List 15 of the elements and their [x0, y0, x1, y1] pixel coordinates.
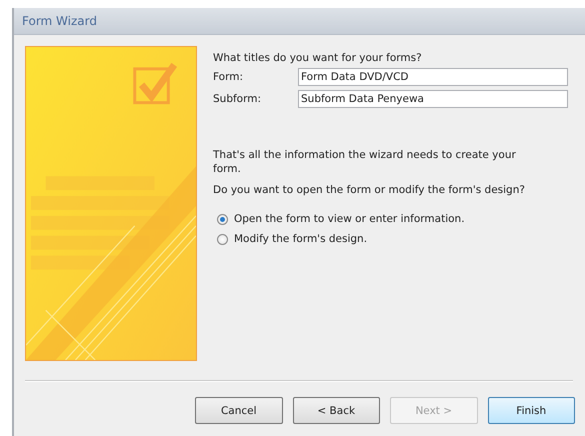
prompt-text: What titles do you want for your forms?	[213, 52, 423, 64]
wizard-button[interactable]: Finish	[488, 397, 575, 424]
field-label: Subform:	[213, 93, 262, 105]
text-field[interactable]: Form Data DVD/VCD	[298, 68, 568, 86]
radio-button[interactable]	[217, 234, 228, 244]
question-text: Do you want to open the form or modify the form's design?	[213, 184, 526, 196]
field-label: Form:	[213, 71, 244, 83]
wizard-button[interactable]: < Back	[292, 397, 380, 424]
option-label[interactable]: Open the form to view or enter information.	[234, 213, 465, 225]
radio-button[interactable]	[217, 214, 228, 224]
wizard-button[interactable]: Cancel	[195, 397, 282, 424]
window-title: Form Wizard	[22, 14, 97, 28]
option-label[interactable]: Modify the form's design.	[234, 233, 368, 245]
text-field[interactable]: Subform Data Penyewa	[298, 90, 568, 108]
info-text: That's all the information the wizard needs to create your form.	[213, 148, 517, 176]
